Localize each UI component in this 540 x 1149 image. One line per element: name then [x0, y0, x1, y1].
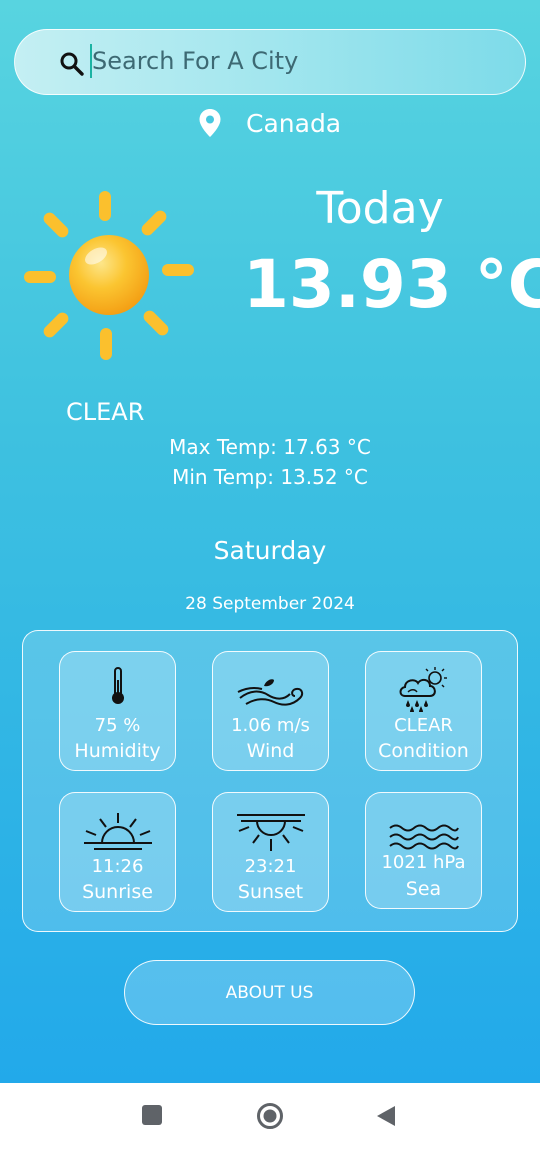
humidity-label: Humidity [74, 740, 161, 762]
sunset-value: 23:21 [244, 856, 297, 877]
details-panel: 75 % Humidity 1.06 m/s Wind CLEAR Condit… [22, 630, 518, 932]
sunrise-icon [83, 813, 152, 850]
humidity-value: 75 % [94, 715, 141, 736]
weather-screen: Canada Today 13.93 °C CLEAR Max Temp: 17… [0, 0, 540, 1083]
wind-tile: 1.06 m/s Wind [212, 651, 329, 771]
cloud-rain-sun-icon [399, 667, 447, 712]
sunset-tile: 23:21 Sunset [212, 792, 329, 912]
sea-tile: 1021 hPa Sea [365, 792, 482, 909]
triangle-back-icon[interactable] [376, 1105, 396, 1127]
condition-value: CLEAR [394, 715, 453, 736]
search-icon[interactable] [59, 51, 85, 77]
sunrise-value: 11:26 [91, 856, 144, 877]
min-temp: Min Temp: 13.52 °C [172, 465, 368, 489]
waves-icon [388, 824, 459, 850]
wind-value: 1.06 m/s [231, 715, 310, 736]
system-nav-bar [0, 1083, 540, 1149]
sunrise-label: Sunrise [82, 881, 153, 903]
wind-icon [237, 679, 303, 706]
humidity-tile: 75 % Humidity [59, 651, 176, 771]
thermometer-icon [111, 667, 124, 704]
current-temperature: 13.93 °C [243, 246, 540, 323]
day-name: Saturday [213, 536, 327, 565]
location-pin-icon [199, 109, 221, 137]
square-icon[interactable] [142, 1105, 162, 1125]
temp-range: Max Temp: 17.63 °C Min Temp: 13.52 °C [150, 432, 390, 492]
sea-label: Sea [405, 878, 442, 900]
search-input[interactable] [92, 44, 492, 78]
sun-icon [24, 191, 194, 360]
sunset-icon [236, 814, 305, 851]
sea-value: 1021 hPa [381, 852, 466, 873]
today-label: Today [316, 183, 444, 234]
condition-text: CLEAR [66, 398, 145, 426]
condition-label: Condition [378, 740, 469, 762]
sunset-label: Sunset [237, 881, 304, 903]
sunrise-tile: 11:26 Sunrise [59, 792, 176, 912]
location-name: Canada [246, 108, 342, 138]
circle-icon[interactable] [256, 1102, 284, 1130]
location-row: Canada [198, 108, 341, 138]
wind-label: Wind [246, 740, 295, 762]
condition-tile: CLEAR Condition [365, 651, 482, 771]
about-us-button[interactable]: ABOUT US [124, 960, 415, 1025]
date-text: 28 September 2024 [185, 594, 355, 614]
max-temp: Max Temp: 17.63 °C [169, 435, 371, 459]
